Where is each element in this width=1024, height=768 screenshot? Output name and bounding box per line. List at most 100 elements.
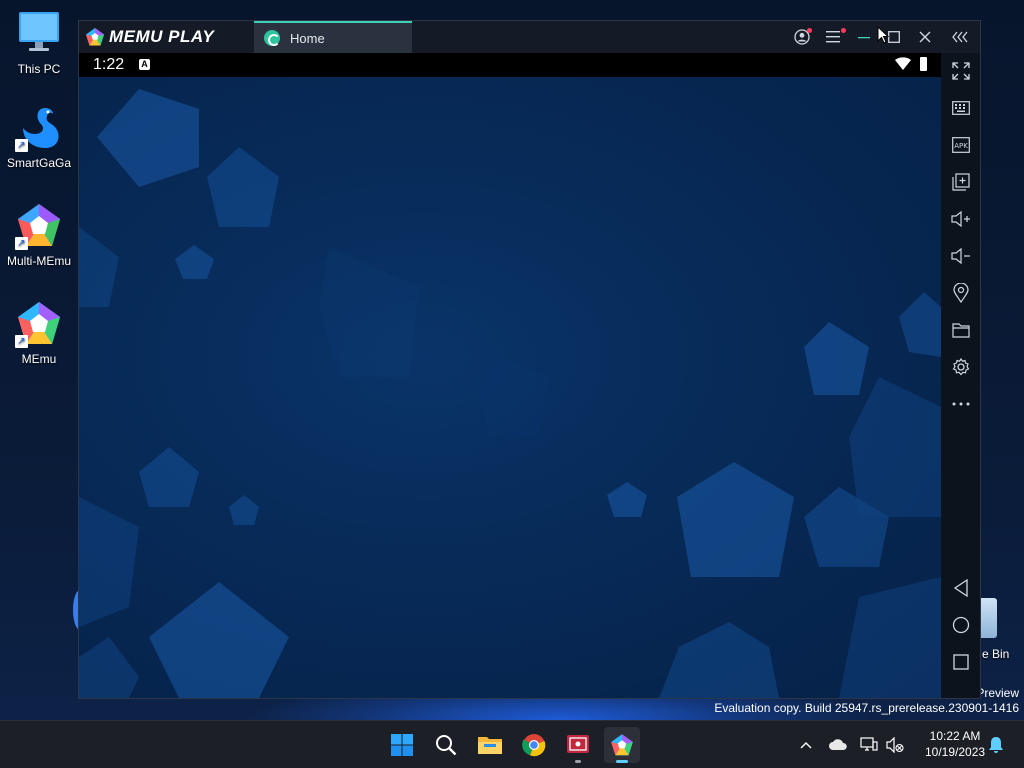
- memu-logo: MEMU PLAY: [85, 27, 214, 47]
- settings-icon: [952, 358, 970, 376]
- apk-text: APK: [954, 142, 968, 150]
- apk-install-button[interactable]: APK: [946, 130, 976, 160]
- close-button[interactable]: [910, 21, 940, 53]
- location-button[interactable]: [946, 278, 976, 308]
- minimize-button[interactable]: [849, 21, 879, 53]
- android-back-button[interactable]: [946, 573, 976, 603]
- wifi-icon: [895, 57, 911, 70]
- shortcut-arrow-icon: ↗: [15, 335, 28, 348]
- account-button[interactable]: [787, 21, 817, 53]
- start-button[interactable]: [384, 727, 420, 763]
- watermark-preview: Preview: [976, 686, 1019, 700]
- search-icon: [436, 735, 457, 756]
- memu-logo-icon: [86, 28, 104, 46]
- notification-dot: [807, 28, 812, 33]
- fullscreen-icon: [952, 62, 970, 80]
- taskbar-clock[interactable]: 10:22 AM 10/19/2023: [925, 728, 985, 760]
- memu-logo-text: MEMU PLAY: [109, 27, 215, 46]
- taskbar-date: 10/19/2023: [925, 745, 986, 759]
- recents-icon: [953, 654, 969, 670]
- memu-taskbar-button[interactable]: [604, 727, 640, 763]
- memu-icon: ↗: [15, 300, 63, 348]
- maximize-icon: [888, 31, 900, 43]
- shared-folder-button[interactable]: [946, 315, 976, 345]
- show-hidden-icons-button[interactable]: [796, 735, 816, 755]
- watermark-build: Evaluation copy. Build 25947.rs_prerelea…: [714, 701, 1019, 715]
- wallpaper-pentagons: [79, 89, 941, 698]
- multi-memu-icon: ↗: [15, 202, 63, 250]
- search-button[interactable]: [428, 727, 464, 763]
- more-button[interactable]: [946, 389, 976, 419]
- active-indicator: [616, 760, 628, 763]
- desktop-icon-multi-memu[interactable]: ↗ Multi-MEmu: [4, 202, 74, 268]
- fullscreen-button[interactable]: [946, 56, 976, 86]
- folder-icon: [952, 323, 970, 338]
- desktop-icon-label: Multi-MEmu: [6, 254, 71, 268]
- running-indicator: [575, 760, 581, 763]
- home-app-icon: [264, 30, 280, 46]
- tab-home[interactable]: Home: [254, 21, 412, 53]
- hamburger-icon: [826, 31, 840, 43]
- minimize-icon: [858, 37, 870, 39]
- memu-icon: [611, 734, 633, 756]
- title-bar[interactable]: MEMU PLAY Home: [79, 21, 980, 53]
- multi-window-icon: [952, 173, 970, 191]
- desktop-icon-this-pc[interactable]: This PC: [4, 10, 74, 76]
- chevrons-left-icon: [952, 31, 968, 43]
- android-recents-button[interactable]: [946, 647, 976, 677]
- memu-toolbar: APK: [941, 53, 980, 698]
- volume-up-icon: [951, 210, 970, 228]
- collapse-sidebar-button[interactable]: [945, 21, 975, 53]
- notifications-button[interactable]: [986, 735, 1006, 755]
- shortcut-arrow-icon: ↗: [15, 237, 28, 250]
- volume-down-button[interactable]: [946, 241, 976, 271]
- desktop-icon-smartgaga[interactable]: ↗ SmartGaGa: [4, 104, 74, 170]
- more-icon: [952, 402, 970, 406]
- media-app-button[interactable]: [560, 727, 596, 763]
- windows-icon: [391, 734, 413, 756]
- onedrive-button[interactable]: [828, 735, 848, 755]
- volume-button[interactable]: [885, 735, 905, 755]
- back-icon: [953, 579, 968, 597]
- battery-icon: [920, 57, 927, 71]
- menu-button[interactable]: [818, 21, 848, 53]
- network-icon: [860, 737, 878, 751]
- desktop-icon-label: MEmu: [21, 352, 57, 366]
- close-icon: [919, 31, 931, 43]
- tab-label: Home: [290, 30, 325, 46]
- media-app-icon: [567, 735, 589, 753]
- shortcut-arrow-icon: ↗: [15, 139, 28, 152]
- notification-a-icon: A: [139, 59, 150, 70]
- volume-muted-icon: [886, 737, 904, 753]
- location-icon: [953, 283, 969, 303]
- taskbar-time: 10:22 AM: [929, 729, 981, 743]
- volume-down-icon: [951, 247, 970, 265]
- keyboard-button[interactable]: [946, 93, 976, 123]
- mouse-cursor-icon: [877, 26, 889, 44]
- swan-icon: ↗: [15, 104, 63, 152]
- settings-button[interactable]: [946, 352, 976, 382]
- chrome-icon: [522, 734, 546, 757]
- desktop-icon-memu[interactable]: ↗ MEmu: [4, 300, 74, 366]
- memu-window[interactable]: MEMU PLAY Home 1:22 A APK: [78, 20, 981, 699]
- taskbar: 10:22 AM 10/19/2023: [0, 720, 1024, 768]
- folder-icon: [478, 737, 502, 754]
- volume-up-button[interactable]: [946, 204, 976, 234]
- file-explorer-button[interactable]: [472, 727, 508, 763]
- home-icon: [952, 616, 970, 634]
- android-home-screen[interactable]: [79, 77, 941, 698]
- recycle-bin-label: e Bin: [982, 647, 1010, 661]
- bell-icon: [989, 737, 1003, 753]
- notification-dot: [841, 28, 846, 33]
- chrome-button[interactable]: [516, 727, 552, 763]
- monitor-icon: [15, 10, 63, 58]
- multi-window-button[interactable]: [946, 167, 976, 197]
- android-status-bar: 1:22 A: [79, 53, 941, 77]
- android-home-button[interactable]: [946, 610, 976, 640]
- network-button[interactable]: [859, 735, 879, 755]
- cloud-icon: [829, 739, 847, 750]
- desktop-icon-label: SmartGaGa: [6, 156, 72, 170]
- keyboard-icon: [952, 101, 970, 115]
- android-clock: 1:22: [93, 56, 125, 73]
- desktop-icon-label: This PC: [17, 62, 61, 76]
